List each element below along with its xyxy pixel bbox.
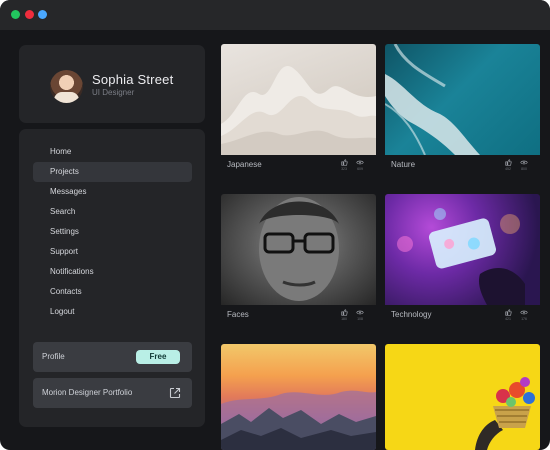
thumbs-up-icon[interactable] — [340, 159, 348, 166]
title-bar — [0, 0, 550, 30]
portrait-art — [259, 197, 339, 301]
gallery-tile-sunset[interactable] — [221, 344, 376, 450]
gallery-tile-technology[interactable]: Technology 421 176 — [385, 194, 540, 330]
like-stat[interactable]: 180 — [339, 309, 349, 321]
view-stat: 176 — [519, 309, 529, 321]
like-stat[interactable]: 323 — [339, 159, 349, 171]
sidebar-item-contacts[interactable]: Contacts — [33, 282, 192, 302]
like-count: 180 — [341, 317, 347, 321]
sidebar-item-logout[interactable]: Logout — [33, 302, 192, 322]
tile-title: Nature — [391, 160, 416, 169]
profile-plan-label: Profile — [42, 352, 65, 361]
thumbs-up-icon[interactable] — [504, 159, 512, 166]
portfolio-link[interactable]: Morion Designer Portfolio — [33, 378, 192, 408]
window-close-button[interactable] — [11, 10, 20, 19]
view-count: 176 — [521, 317, 527, 321]
view-count: 800 — [521, 167, 527, 171]
like-stat[interactable]: 421 — [503, 309, 513, 321]
profile-plan-row[interactable]: Profile Free — [33, 342, 192, 372]
tile-title: Technology — [391, 310, 432, 319]
like-count: 421 — [505, 317, 511, 321]
external-link-icon[interactable] — [169, 387, 181, 399]
user-name: Sophia Street — [92, 72, 174, 87]
tile-image[interactable] — [221, 344, 376, 450]
abstract-waves-art — [221, 65, 376, 155]
app-window: Sophia Street UI Designer Home Projects … — [0, 0, 550, 450]
view-stat: 108 — [355, 309, 365, 321]
view-count: 108 — [357, 317, 363, 321]
flower-basket-art — [475, 377, 535, 450]
sidebar-item-home[interactable]: Home — [33, 142, 192, 162]
window-minimize-button[interactable] — [25, 10, 34, 19]
tile-title: Faces — [227, 310, 249, 319]
view-count: 609 — [357, 167, 363, 171]
gallery-tile-faces[interactable]: Faces 180 108 — [221, 194, 376, 330]
thumbs-up-icon[interactable] — [340, 309, 348, 316]
avatar-shoulders — [54, 92, 79, 103]
sidebar-item-notifications[interactable]: Notifications — [33, 262, 192, 282]
view-stat: 609 — [355, 159, 365, 171]
view-stat: 800 — [519, 159, 529, 171]
user-role: UI Designer — [92, 88, 135, 97]
sidebar-item-settings[interactable]: Settings — [33, 222, 192, 242]
sidebar-nav: Home Projects Messages Search Settings S… — [19, 129, 205, 427]
like-count: 323 — [341, 167, 347, 171]
like-stat[interactable]: 452 — [503, 159, 513, 171]
eye-icon — [520, 310, 528, 315]
eye-icon — [356, 160, 364, 165]
tile-image[interactable] — [221, 44, 376, 155]
free-plan-badge[interactable]: Free — [136, 350, 180, 364]
tile-title: Japanese — [227, 160, 262, 169]
gallery-tile-japanese[interactable]: Japanese 323 609 — [221, 44, 376, 180]
window-maximize-button[interactable] — [38, 10, 47, 19]
thumbs-up-icon[interactable] — [504, 309, 512, 316]
like-count: 452 — [505, 167, 511, 171]
tile-image[interactable] — [385, 194, 540, 305]
tile-image[interactable] — [221, 194, 376, 305]
ocean-waves-art — [385, 44, 480, 155]
gallery-tile-flowers[interactable] — [385, 344, 540, 450]
sidebar-item-support[interactable]: Support — [33, 242, 192, 262]
eye-icon — [356, 310, 364, 315]
gallery-tile-nature[interactable]: Nature 452 800 — [385, 44, 540, 180]
portfolio-link-label: Morion Designer Portfolio — [42, 388, 133, 397]
phone-in-hand-art — [397, 208, 525, 305]
tile-image[interactable] — [385, 344, 540, 450]
sidebar-item-projects[interactable]: Projects — [33, 162, 192, 182]
sidebar-item-search[interactable]: Search — [33, 202, 192, 222]
tile-image[interactable] — [385, 44, 540, 155]
eye-icon — [520, 160, 528, 165]
mountain-sunset-art — [221, 390, 376, 450]
sidebar-item-messages[interactable]: Messages — [33, 182, 192, 202]
profile-card: Sophia Street UI Designer — [19, 45, 205, 123]
avatar[interactable] — [50, 70, 83, 103]
